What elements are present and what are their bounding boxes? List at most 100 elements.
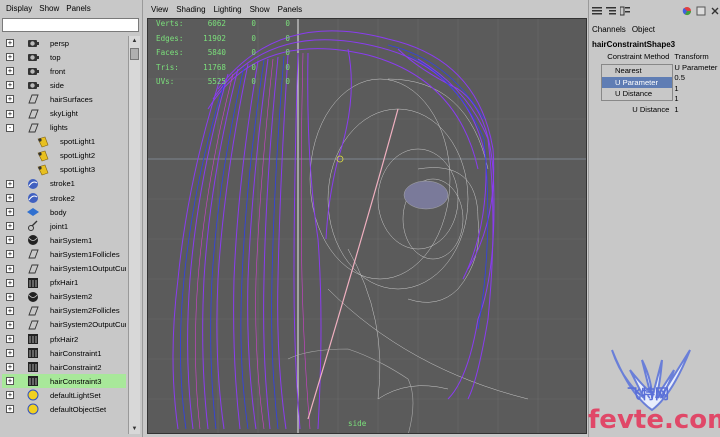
expand-toggle-icon[interactable]: + xyxy=(6,81,14,90)
attribute-value[interactable]: 1 xyxy=(672,105,720,116)
attribute-layout-icon[interactable] xyxy=(620,6,630,16)
outliner-item-label: stroke1 xyxy=(50,179,75,189)
dropdown-option[interactable]: U Parameter xyxy=(602,76,672,88)
expand-toggle-icon[interactable]: + xyxy=(6,292,14,301)
menu-panels[interactable]: Panels xyxy=(278,5,302,14)
outliner-item[interactable]: + joint1 xyxy=(2,219,126,233)
outliner-item-label: defaultObjectSet xyxy=(50,404,107,414)
outliner-item[interactable]: + hairSystem2Follicles xyxy=(2,304,126,318)
outliner-item[interactable]: + hairSurfaces xyxy=(2,92,126,106)
attribute-value[interactable]: 1 xyxy=(672,84,720,95)
outliner-item[interactable]: + hairSystem1OutputCurves xyxy=(2,262,126,276)
menu-display[interactable]: Display xyxy=(6,4,32,13)
expand-toggle-icon[interactable]: + xyxy=(6,405,14,414)
expand-toggle-icon[interactable]: + xyxy=(6,95,14,104)
expand-toggle-icon[interactable]: + xyxy=(6,67,14,76)
spotlight-icon xyxy=(36,136,50,148)
tab-channels[interactable]: Channels xyxy=(592,25,626,34)
menu-lighting[interactable]: Lighting xyxy=(214,5,242,14)
tool-settings-icon[interactable] xyxy=(696,6,706,16)
outliner-item[interactable]: + stroke1 xyxy=(2,177,126,191)
outliner-item[interactable]: + hairSystem2OutputCurves xyxy=(2,318,126,332)
outliner-item[interactable]: + hairSystem2 xyxy=(2,290,126,304)
attribute-value[interactable]: Transform xyxy=(672,52,720,63)
expand-toggle-icon[interactable]: + xyxy=(6,222,14,231)
hud-v3: 0 xyxy=(285,62,290,72)
outliner-item[interactable]: + hairConstraint1 xyxy=(2,346,126,360)
outliner-item[interactable]: + hairConstraint2 xyxy=(2,360,126,374)
menu-panels[interactable]: Panels xyxy=(66,4,90,13)
expand-toggle-icon[interactable]: + xyxy=(6,377,14,386)
outliner-item[interactable]: + hairSystem1 xyxy=(2,233,126,247)
tab-object[interactable]: Object xyxy=(632,25,655,34)
expand-toggle-icon[interactable]: + xyxy=(6,208,14,217)
hud-v3: 0 xyxy=(285,77,290,87)
scroll-thumb[interactable] xyxy=(130,48,139,60)
outliner-item[interactable]: spotLight3 xyxy=(2,163,126,177)
expand-toggle-icon[interactable]: + xyxy=(6,194,14,203)
expand-toggle-icon[interactable]: + xyxy=(6,363,14,372)
color-wheel-icon[interactable] xyxy=(682,6,692,16)
outliner-item-label: spotLight1 xyxy=(60,137,96,147)
outliner-item[interactable]: + persp xyxy=(2,36,126,50)
expand-toggle-icon[interactable]: + xyxy=(6,335,14,344)
outliner-item-label: lights xyxy=(50,123,68,133)
expand-toggle-icon[interactable]: + xyxy=(6,39,14,48)
3d-viewport[interactable]: Verts: 6062 0 0 Edges: 11902 0 0 Faces: 5840 0 0 Tri… xyxy=(147,18,587,434)
outliner-item[interactable]: + side xyxy=(2,78,126,92)
expand-toggle-icon[interactable]: - xyxy=(6,123,14,132)
channel-layout-icon[interactable] xyxy=(606,6,616,16)
outliner-item[interactable]: + front xyxy=(2,64,126,78)
attribute-value[interactable]: 1 xyxy=(672,94,720,105)
attribute-row[interactable]: U Distance1 xyxy=(589,105,720,116)
pfx-hair-icon xyxy=(26,347,40,359)
outliner-item[interactable]: + body xyxy=(2,205,126,219)
expand-toggle-icon[interactable]: + xyxy=(6,349,14,358)
maya-window: Display Show Panels + persp + top + front + sid… xyxy=(0,0,720,437)
expand-toggle-icon[interactable]: + xyxy=(6,306,14,315)
outliner-item-label: hairConstraint2 xyxy=(50,362,102,372)
outliner-item[interactable]: + stroke2 xyxy=(2,191,126,205)
spotlight-icon xyxy=(36,150,50,162)
menu-show[interactable]: Show xyxy=(250,5,270,14)
outliner-filter-field[interactable] xyxy=(2,18,139,32)
expand-toggle-icon[interactable]: + xyxy=(6,179,14,188)
outliner-item[interactable]: + skyLight xyxy=(2,106,126,120)
expand-toggle-icon[interactable]: + xyxy=(6,320,14,329)
outliner-item[interactable]: + defaultLightSet xyxy=(2,388,126,402)
outliner-item[interactable]: + pfxHair1 xyxy=(2,276,126,290)
outliner-item[interactable]: spotLight2 xyxy=(2,149,126,163)
outliner-item[interactable]: + defaultObjectSet xyxy=(2,402,126,416)
menu-shading[interactable]: Shading xyxy=(176,5,205,14)
expand-toggle-icon[interactable]: + xyxy=(6,236,14,245)
expand-toggle-icon[interactable]: + xyxy=(6,391,14,400)
outliner-item[interactable]: + hairSystem1Follicles xyxy=(2,247,126,261)
attribute-value[interactable]: U Parameter xyxy=(672,63,720,74)
expand-toggle-icon[interactable]: + xyxy=(6,278,14,287)
dropdown-option[interactable]: Nearest xyxy=(602,65,672,77)
outliner-item-label: top xyxy=(50,52,61,62)
expand-toggle-icon[interactable]: + xyxy=(6,53,14,62)
outliner-item-label: hairSystem1 xyxy=(50,235,93,245)
menu-view[interactable]: View xyxy=(151,5,168,14)
attribute-row[interactable]: Constraint Method Transform xyxy=(589,52,720,63)
outliner-item[interactable]: + hairConstraint3 xyxy=(2,374,126,389)
scroll-down-icon[interactable]: ▼ xyxy=(129,424,140,434)
close-icon[interactable] xyxy=(710,6,720,16)
outliner-item[interactable]: + top xyxy=(2,50,126,64)
list-layout-icon[interactable] xyxy=(592,6,602,16)
attribute-value[interactable]: 0.5 xyxy=(672,73,720,84)
expand-toggle-icon[interactable]: + xyxy=(6,264,14,273)
expand-toggle-icon[interactable]: + xyxy=(6,250,14,259)
outliner-item-label: joint1 xyxy=(50,221,69,231)
outliner-item[interactable]: - lights xyxy=(2,121,126,135)
outliner-item[interactable]: spotLight1 xyxy=(2,135,126,149)
constraint-method-dropdown[interactable]: Nearest U Parameter U Distance xyxy=(601,64,673,101)
dropdown-option[interactable]: U Distance xyxy=(602,88,672,100)
menu-show[interactable]: Show xyxy=(39,4,59,13)
scroll-up-icon[interactable]: ▲ xyxy=(129,36,140,46)
expand-toggle-icon[interactable]: + xyxy=(6,109,14,118)
outliner-item[interactable]: + pfxHair2 xyxy=(2,332,126,346)
hud-k: Edges: xyxy=(156,33,184,43)
outliner-scrollbar[interactable]: ▲ ▼ xyxy=(128,36,140,434)
